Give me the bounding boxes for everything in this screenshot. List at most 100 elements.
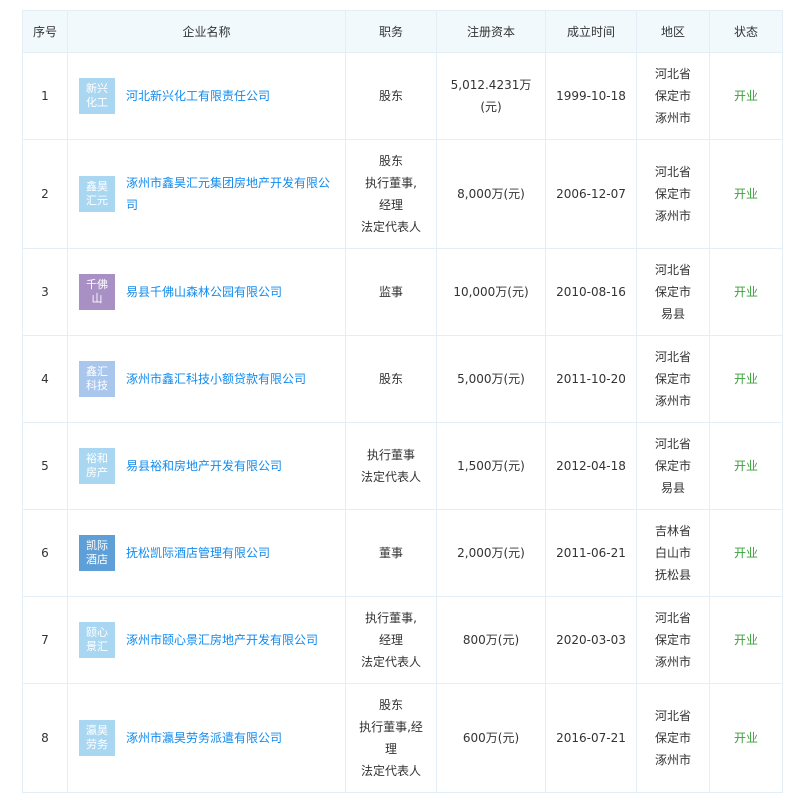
capital-line: 5,012.4231万 <box>450 78 532 92</box>
position-cell: 股东 <box>345 335 437 423</box>
position-line: 经理 <box>378 198 403 212</box>
row-index: 3 <box>22 248 68 336</box>
capital-line: 2,000万(元) <box>457 546 525 560</box>
company-cell: 鑫昊汇元 涿州市鑫昊汇元集团房地产开发有限公司 <box>67 139 346 249</box>
status-cell: 开业 <box>709 509 783 597</box>
company-logo[interactable]: 颐心景汇 <box>79 622 115 658</box>
capital-cell: 2,000万(元) <box>436 509 546 597</box>
capital-cell: 1,500万(元) <box>436 422 546 510</box>
position-line: 监事 <box>378 285 403 299</box>
founded-cell: 2020-03-03 <box>545 596 637 684</box>
company-cell-inner: 鑫汇科技 涿州市鑫汇科技小额贷款有限公司 <box>68 361 345 397</box>
company-name-link[interactable]: 易县千佛山森林公园有限公司 <box>126 281 282 303</box>
position-line: 经理 <box>378 633 403 647</box>
company-logo[interactable]: 瀛昊劳务 <box>79 720 115 756</box>
region-line: 保定市 <box>654 459 691 473</box>
row-index: 8 <box>22 683 68 793</box>
capital-cell: 5,000万(元) <box>436 335 546 423</box>
region-line: 河北省 <box>654 165 691 179</box>
row-index: 7 <box>22 596 68 684</box>
position-line: 法定代表人 <box>360 764 421 778</box>
position-line: 法定代表人 <box>360 220 421 234</box>
table-body: 1 新兴化工 河北新兴化工有限责任公司 股东 5,012.4231万 (元) 1999-10… <box>22 52 783 793</box>
region-cell: 河北省 保定市 涿州市 <box>636 596 710 684</box>
company-logo[interactable]: 鑫昊汇元 <box>79 176 115 212</box>
position-line: 法定代表人 <box>360 655 421 669</box>
company-cell-inner: 鑫昊汇元 涿州市鑫昊汇元集团房地产开发有限公司 <box>68 172 345 216</box>
company-logo[interactable]: 凯际酒店 <box>79 535 115 571</box>
capital-cell: 800万(元) <box>436 596 546 684</box>
region-line: 吉林省 <box>654 524 691 538</box>
position-line: 执行董事, <box>365 611 417 625</box>
row-index: 2 <box>22 139 68 249</box>
table-row: 5 裕和房产 易县裕和房地产开发有限公司 执行董事 法定代表人 1,500万(元) 2012… <box>22 422 783 510</box>
position-line: 法定代表人 <box>360 470 421 484</box>
table-row: 3 千佛山 易县千佛山森林公园有限公司 监事 10,000万(元) 2010-08-16 河… <box>22 248 783 336</box>
company-name-link[interactable]: 抚松凯际酒店管理有限公司 <box>126 542 270 564</box>
position-cell: 执行董事, 经理法定代表人 <box>345 596 437 684</box>
capital-cell: 5,012.4231万 (元) <box>436 52 546 140</box>
capital-line: 800万(元) <box>462 633 520 647</box>
status-cell: 开业 <box>709 52 783 140</box>
founded-cell: 2011-10-20 <box>545 335 637 423</box>
region-line: 河北省 <box>654 437 691 451</box>
position-line: 执行董事, <box>365 176 417 190</box>
company-name-link[interactable]: 涿州市颐心景汇房地产开发有限公司 <box>126 629 318 651</box>
company-logo[interactable]: 新兴化工 <box>79 78 115 114</box>
company-logo[interactable]: 鑫汇科技 <box>79 361 115 397</box>
position-line: 股东 <box>378 698 403 712</box>
founded-cell: 2006-12-07 <box>545 139 637 249</box>
region-line: 涿州市 <box>654 111 691 125</box>
company-table-container: 序号 企业名称 职务 注册资本 成立时间 地区 状态 1 新兴化工 河北新兴化工有限… <box>22 10 783 793</box>
status-cell: 开业 <box>709 683 783 793</box>
company-cell-inner: 裕和房产 易县裕和房地产开发有限公司 <box>68 448 345 484</box>
company-logo[interactable]: 千佛山 <box>79 274 115 310</box>
region-line: 河北省 <box>654 611 691 625</box>
founded-cell: 2010-08-16 <box>545 248 637 336</box>
header-status: 状态 <box>709 10 783 53</box>
company-logo[interactable]: 裕和房产 <box>79 448 115 484</box>
capital-line: 1,500万(元) <box>457 459 525 473</box>
company-name-link[interactable]: 涿州市鑫昊汇元集团房地产开发有限公司 <box>126 172 337 216</box>
region-line: 河北省 <box>654 350 691 364</box>
region-line: 保定市 <box>654 731 691 745</box>
position-line: 股东 <box>378 89 403 103</box>
header-region: 地区 <box>636 10 710 53</box>
company-name-link[interactable]: 易县裕和房地产开发有限公司 <box>126 455 282 477</box>
header-company: 企业名称 <box>67 10 346 53</box>
capital-line: 10,000万(元) <box>453 285 529 299</box>
position-line: 执行董事 <box>366 448 415 462</box>
company-name-link[interactable]: 涿州市鑫汇科技小额贷款有限公司 <box>126 368 306 390</box>
company-cell: 凯际酒店 抚松凯际酒店管理有限公司 <box>67 509 346 597</box>
company-cell-inner: 瀛昊劳务 涿州市瀛昊劳务派遣有限公司 <box>68 720 345 756</box>
founded-cell: 2011-06-21 <box>545 509 637 597</box>
region-cell: 河北省 保定市 涿州市 <box>636 139 710 249</box>
company-name-link[interactable]: 涿州市瀛昊劳务派遣有限公司 <box>126 727 282 749</box>
table-row: 1 新兴化工 河北新兴化工有限责任公司 股东 5,012.4231万 (元) 1999-10… <box>22 52 783 140</box>
region-line: 河北省 <box>654 709 691 723</box>
table-row: 4 鑫汇科技 涿州市鑫汇科技小额贷款有限公司 股东 5,000万(元) 2011-10-2… <box>22 335 783 423</box>
region-line: 涿州市 <box>654 394 691 408</box>
region-cell: 河北省 保定市 涿州市 <box>636 335 710 423</box>
header-founded: 成立时间 <box>545 10 637 53</box>
capital-line: 600万(元) <box>462 731 520 745</box>
company-cell: 裕和房产 易县裕和房地产开发有限公司 <box>67 422 346 510</box>
position-line: 执行董事,经 <box>359 720 423 734</box>
region-line: 保定市 <box>654 633 691 647</box>
region-line: 河北省 <box>654 67 691 81</box>
table-row: 7 颐心景汇 涿州市颐心景汇房地产开发有限公司 执行董事, 经理法定代表人 800万(元)… <box>22 596 783 684</box>
position-cell: 股东 <box>345 52 437 140</box>
row-index: 1 <box>22 52 68 140</box>
region-line: 保定市 <box>654 89 691 103</box>
position-line: 董事 <box>378 546 403 560</box>
founded-cell: 1999-10-18 <box>545 52 637 140</box>
company-table: 序号 企业名称 职务 注册资本 成立时间 地区 状态 1 新兴化工 河北新兴化工有限… <box>22 10 783 793</box>
company-name-link[interactable]: 河北新兴化工有限责任公司 <box>126 85 270 107</box>
region-line: 涿州市 <box>654 209 691 223</box>
region-line: 河北省 <box>654 263 691 277</box>
position-line: 理 <box>384 742 397 756</box>
status-cell: 开业 <box>709 596 783 684</box>
company-cell: 瀛昊劳务 涿州市瀛昊劳务派遣有限公司 <box>67 683 346 793</box>
position-cell: 执行董事 法定代表人 <box>345 422 437 510</box>
region-cell: 河北省 保定市 涿州市 <box>636 52 710 140</box>
